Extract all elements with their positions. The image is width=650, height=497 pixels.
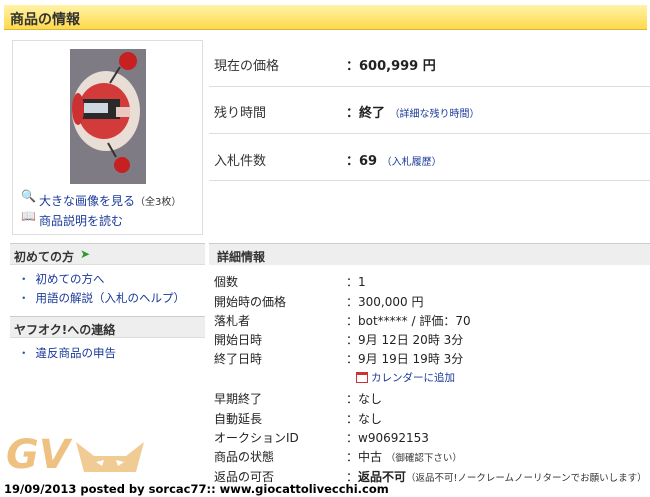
beginner-title: 初めての方 [14,250,75,264]
colon: ： [346,333,359,347]
detail-value: ：w90692153 [346,429,429,446]
detail-value: ：返品不可（返品不可!ノークレームノーリターンでお願いします） [346,468,647,485]
details-title: 詳細情報 [217,250,266,264]
condition-value: 中古 [358,450,383,464]
detail-label: 落札者 [214,314,251,328]
sidebar-item-report-violation[interactable]: ・違反商品の申告 [18,345,116,361]
detail-value: ：bot***** / 評価：70 [346,312,471,329]
sidebar-item-label: 用語の解説（入札のヘルプ） [35,291,186,305]
start-price-value: 300,000 円 [358,295,424,309]
detail-value: ：9月 19日 19時 3分 [346,350,463,367]
detail-label: 開始日時 [214,333,263,347]
calendar-icon [356,372,368,383]
colon: ： [346,59,360,74]
colon: ： [346,450,359,464]
view-large-image-link[interactable]: 大きな画像を見る（全3枚） [39,192,181,209]
details-header: 詳細情報 [209,243,650,265]
start-time-value: 9月 12日 20時 3分 [358,333,464,347]
detail-value: ：300,000 円 [346,293,423,310]
contact-title: ヤフオク!への連絡 [14,323,116,337]
auction-id-value: w90692153 [358,431,429,445]
detail-label: 商品の状態 [214,450,275,464]
detail-label: 開始時の価格 [214,295,287,309]
contact-section-header: ヤフオク!への連絡 [10,316,205,338]
sidebar-item-label: 違反商品の申告 [35,346,117,360]
colon: ： [346,106,360,121]
sidebar-item-glossary[interactable]: ・用語の解説（入札のヘルプ） [18,290,185,306]
time-left-value: ：終了 （詳細な残り時間） [346,102,480,121]
add-to-calendar-link[interactable]: カレンダーに追加 [356,370,455,385]
colon: ： [346,412,359,426]
detail-label: 終了日時 [214,352,263,366]
colon: ： [346,154,360,169]
image-panel: 🔍 大きな画像を見る（全3枚） 📖 商品説明を読む [12,40,203,235]
bid-count-text: 69 [359,154,378,169]
current-price-label: 現在の価格 [214,59,280,74]
beginner-section-header: 初めての方 ➤ [10,243,205,265]
read-description-link[interactable]: 商品説明を読む [39,212,123,229]
view-large-label: 大きな画像を見る [39,194,136,208]
detail-value: ：1 [346,273,366,290]
detail-label: 個数 [214,275,239,289]
price-text: 600,999 円 [359,59,436,74]
colon: ： [346,431,359,445]
winner-value[interactable]: bot***** / 評価：70 [358,314,471,328]
colon: ： [346,352,359,366]
divider [209,133,650,134]
beginner-leaf-icon: ➤ [80,247,91,261]
colon: ： [346,275,359,289]
detail-label: 早期終了 [214,392,263,406]
quantity-value: 1 [358,275,366,289]
end-time-value: 9月 19日 19時 3分 [358,352,464,366]
current-price-value: ：600,999 円 [346,55,436,74]
divider [209,86,650,87]
early-end-value: なし [358,392,383,406]
detail-value: ：中古 （御確認下さい） [346,448,462,465]
detailed-time-link[interactable]: （詳細な残り時間） [390,109,480,120]
calendar-label: カレンダーに追加 [371,372,455,384]
auto-extend-value: なし [358,412,383,426]
colon: ： [346,392,359,406]
watermark-cat-icon [76,442,144,472]
detail-label: 自動延長 [214,412,263,426]
divider [209,180,650,181]
sidebar-item-label: 初めての方へ [35,272,105,286]
magnifier-icon: 🔍 [21,189,36,203]
bid-history-link[interactable]: （入札履歴） [382,157,442,168]
book-icon: 📖 [21,209,36,223]
bid-count-value: ：69 （入札履歴） [346,150,442,169]
detail-value: ：9月 12日 20時 3分 [346,331,463,348]
detail-value: ：なし [346,390,382,407]
returns-note: （返品不可!ノークレームノーリターンでお願いします） [406,473,647,484]
condition-note: （御確認下さい） [385,453,462,464]
watermark-logo: GV [6,432,70,478]
time-left-label: 残り時間 [214,106,267,121]
product-photo[interactable] [70,49,146,184]
section-title: 商品の情報 [10,12,80,28]
footer-caption: 19/09/2013 posted by sorcac77:: www.gioc… [4,482,389,496]
bid-count-label: 入札件数 [214,154,267,169]
image-count: （全3枚） [135,197,182,208]
section-header: 商品の情報 [4,5,647,30]
colon: ： [346,295,359,309]
colon: ： [346,314,359,328]
time-left-text: 終了 [359,106,386,121]
sidebar-item-beginner-guide[interactable]: ・初めての方へ [18,271,105,287]
detail-label: オークションID [214,431,299,445]
detail-value: ：なし [346,410,382,427]
